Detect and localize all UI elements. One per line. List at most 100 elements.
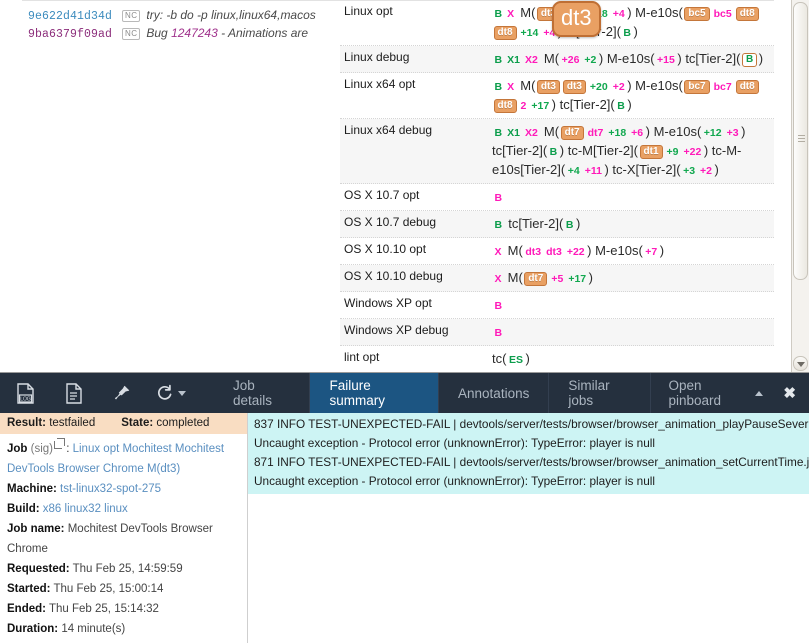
job-result-chip[interactable]: B	[494, 219, 504, 231]
job-result-chip[interactable]: B	[494, 327, 504, 339]
revision-hash[interactable]: 9ba6379f09ad	[28, 28, 112, 41]
revision-row[interactable]: 9ba6379f09ad NC Bug 1247243 - Animations…	[0, 26, 345, 44]
job-result-chip[interactable]: bc7	[684, 79, 710, 94]
job-result-chip[interactable]: +4	[612, 8, 626, 20]
failure-summary-line[interactable]: 837 INFO TEST-UNEXPECTED-FAIL | devtools…	[248, 415, 809, 434]
job-result-chip[interactable]: +7	[644, 246, 658, 258]
job-result-chip[interactable]: B	[494, 54, 504, 66]
job-result-chip[interactable]: +18	[607, 127, 627, 139]
job-result-chip[interactable]: +2	[583, 54, 597, 66]
job-result-chip[interactable]: B	[494, 81, 504, 93]
job-result-chip[interactable]: +2	[699, 165, 713, 177]
scrollbar-thumb[interactable]	[793, 2, 808, 280]
job-group-name[interactable]: M	[520, 5, 531, 20]
job-result-chip[interactable]: bc5	[684, 6, 710, 21]
job-result-chip[interactable]: +20	[589, 81, 609, 93]
job-result-chip[interactable]: +3	[682, 165, 696, 177]
job-result-chip[interactable]: dt3	[545, 246, 563, 258]
job-result-chip[interactable]: +2	[612, 81, 626, 93]
job-result-chip[interactable]: +12	[703, 127, 723, 139]
revision-row[interactable]: 9e622d41d34d NC try: -b do -p linux,linu…	[0, 8, 345, 26]
tab-annotations[interactable]: Annotations	[438, 373, 548, 413]
job-result-chip[interactable]: dt7	[587, 127, 605, 139]
job-result-chip[interactable]: X1	[506, 127, 521, 139]
job-result-chip[interactable]: X	[506, 81, 515, 93]
job-group-name[interactable]: tc[Tier-2]	[492, 143, 543, 158]
open-pinboard-button[interactable]: Open pinboard	[649, 373, 780, 413]
job-result-chip[interactable]: +11	[584, 165, 603, 177]
failure-summary-line[interactable]: Uncaught exception - Protocol error (unk…	[248, 434, 809, 453]
job-result-chip[interactable]: +17	[530, 100, 550, 112]
job-group-name[interactable]: tc[Tier-2]	[560, 97, 611, 112]
job-result-chip[interactable]: +5	[550, 273, 564, 285]
job-group-name[interactable]: M	[544, 124, 555, 139]
job-result-chip[interactable]: B	[741, 52, 758, 67]
retry-job-button[interactable]	[156, 384, 186, 403]
failure-summary-line[interactable]: Uncaught exception - Protocol error (unk…	[248, 472, 809, 491]
job-result-chip[interactable]: B	[494, 127, 504, 139]
job-group-name[interactable]: M-e10s	[654, 124, 697, 139]
close-panel-button[interactable]: ✖	[779, 373, 809, 413]
job-result-chip[interactable]: B	[565, 219, 575, 231]
job-result-chip[interactable]: B	[616, 100, 626, 112]
job-group-name[interactable]: M	[520, 78, 531, 93]
job-result-chip[interactable]: +4	[567, 165, 581, 177]
job-result-chip[interactable]: +26	[561, 54, 581, 66]
job-result-chip[interactable]: B	[622, 27, 632, 39]
job-result-chip[interactable]: dt3	[524, 246, 542, 258]
hovered-job-chip[interactable]: dt3	[552, 1, 601, 37]
job-group-name[interactable]: M	[508, 243, 519, 258]
job-result-chip[interactable]: dt7	[560, 125, 584, 140]
job-group-name[interactable]: tc-M[Tier-2]	[568, 143, 634, 158]
failure-summary-line[interactable]: 871 INFO TEST-UNEXPECTED-FAIL | devtools…	[248, 453, 809, 472]
job-result-chip[interactable]: B	[494, 192, 504, 204]
job-result-chip[interactable]: +14	[520, 27, 540, 39]
job-result-chip[interactable]: +9	[666, 146, 680, 158]
job-group-name[interactable]: M-e10s	[607, 51, 650, 66]
job-result-chip[interactable]: +17	[567, 273, 587, 285]
job-group-name[interactable]: tc-X[Tier-2]	[612, 162, 676, 177]
job-group-name[interactable]: M-e10s	[635, 78, 678, 93]
log-viewer-icon[interactable]: LOG	[12, 380, 38, 406]
job-info-value[interactable]: x86 linux32 linux	[43, 503, 128, 515]
job-result-chip[interactable]: dt3	[562, 79, 586, 94]
jobs-vertical-scrollbar[interactable]	[791, 0, 809, 372]
raw-log-file-icon[interactable]	[60, 380, 86, 406]
job-result-chip[interactable]: X2	[524, 54, 539, 66]
job-info-value[interactable]: tst-linux32-spot-275	[60, 483, 161, 495]
job-result-chip[interactable]: dt8	[493, 25, 517, 40]
job-result-chip[interactable]: dt3	[536, 79, 560, 94]
job-result-chip[interactable]: dt8	[735, 79, 759, 94]
tab-job-details[interactable]: Job details	[214, 373, 309, 413]
job-group-name[interactable]: tc[Tier-2]	[685, 51, 736, 66]
job-result-chip[interactable]: +6	[630, 127, 644, 139]
job-group-name[interactable]: M-e10s	[595, 243, 638, 258]
job-group-name[interactable]: M-e10s	[635, 5, 678, 20]
job-result-chip[interactable]: +22	[566, 246, 586, 258]
signature-link[interactable]: (sig)	[27, 443, 53, 455]
bug-link[interactable]: 1247243	[171, 26, 218, 40]
job-result-chip[interactable]: dt7	[524, 271, 548, 286]
job-result-chip[interactable]: +15	[656, 54, 676, 66]
job-result-chip[interactable]: +22	[683, 146, 703, 158]
job-group-name[interactable]: M	[544, 51, 555, 66]
scrollbar-down-arrow-icon[interactable]	[793, 356, 808, 371]
job-result-chip[interactable]: B	[494, 300, 504, 312]
job-result-chip[interactable]: X1	[506, 54, 521, 66]
retry-dropdown-caret-icon[interactable]	[178, 390, 186, 396]
job-result-chip[interactable]: B	[494, 8, 504, 20]
job-result-chip[interactable]: dt8	[735, 6, 759, 21]
pin-job-icon[interactable]	[108, 380, 134, 406]
job-result-chip[interactable]: X	[494, 273, 503, 285]
job-group-name[interactable]: tc	[492, 351, 502, 366]
job-result-chip[interactable]: B	[549, 146, 559, 158]
job-result-chip[interactable]: dt8	[493, 98, 517, 113]
job-result-chip[interactable]: 2	[520, 100, 528, 112]
tab-failure-summary[interactable]: Failure summary	[309, 373, 439, 413]
job-group-name[interactable]: tc[Tier-2]	[508, 216, 559, 231]
job-result-chip[interactable]: dt1	[639, 144, 663, 159]
job-result-chip[interactable]: X2	[524, 127, 539, 139]
job-result-chip[interactable]: bc7	[713, 81, 733, 93]
tab-similar-jobs[interactable]: Similar jobs	[548, 373, 649, 413]
job-result-chip[interactable]: ES	[508, 354, 524, 366]
